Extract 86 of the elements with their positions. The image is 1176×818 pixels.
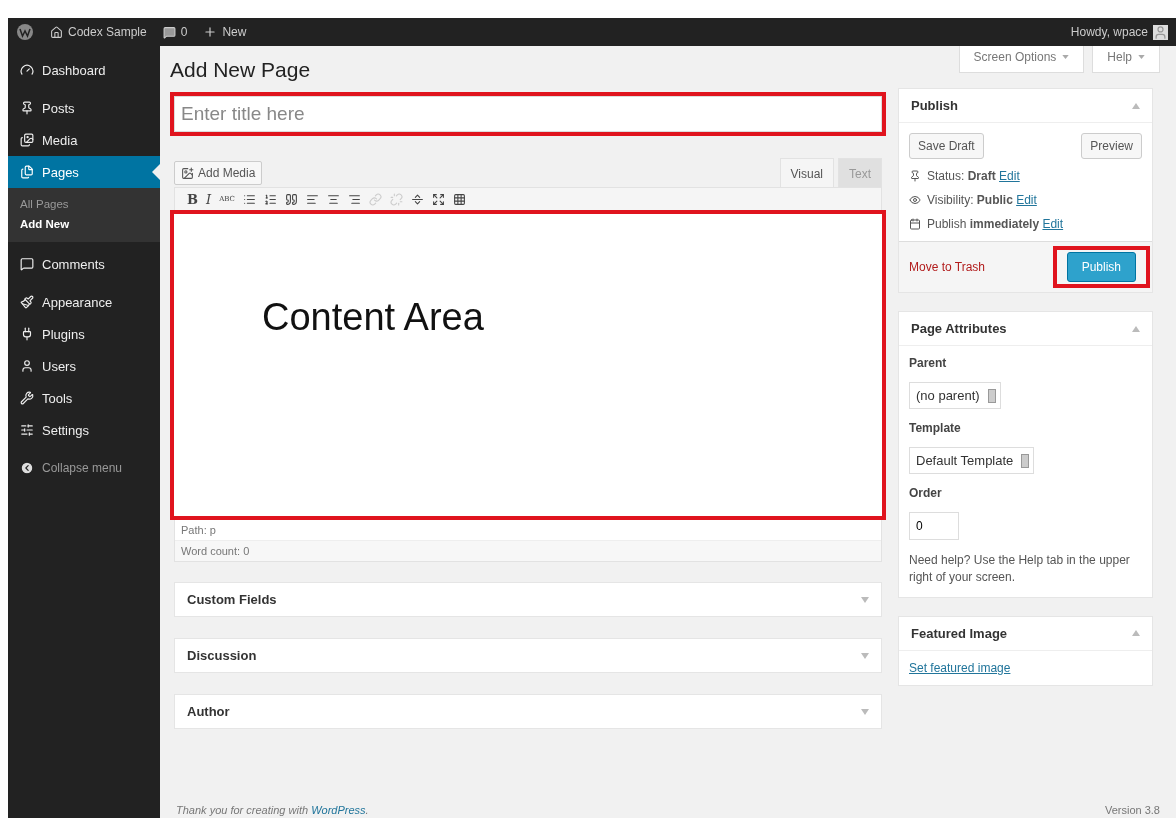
menu-item[interactable]: Users (8, 350, 160, 382)
menu-icon (20, 327, 34, 341)
order-field[interactable]: 0 (909, 512, 959, 540)
trash-link[interactable]: Move to Trash (909, 260, 986, 274)
menu-icon (20, 63, 34, 77)
menu-item[interactable]: Tools (8, 382, 160, 414)
title-field[interactable]: Enter title here (174, 96, 882, 132)
collapse-icon (20, 461, 34, 475)
menu-icon (20, 391, 34, 405)
template-select[interactable]: Default Template (909, 447, 1035, 474)
menu-item[interactable]: Media (8, 124, 160, 156)
add-media-button[interactable]: Add Media (174, 161, 263, 185)
toolbar-icon[interactable] (410, 192, 424, 206)
screen-tab[interactable]: Screen Options (958, 46, 1085, 73)
box-title[interactable]: Author (187, 704, 230, 719)
avatar-icon (1153, 24, 1168, 40)
format-button[interactable]: B (187, 191, 198, 207)
version-text: Version 3.8 (1104, 804, 1160, 816)
plus-icon (203, 25, 218, 39)
menu-icon (20, 133, 34, 147)
info-icon (909, 218, 921, 230)
box-title[interactable]: Custom Fields (187, 592, 277, 607)
toolbar-icon[interactable] (284, 192, 298, 206)
toolbar-icon[interactable] (347, 192, 361, 206)
toolbar-icon[interactable] (305, 192, 319, 206)
toolbar-icon[interactable] (326, 192, 340, 206)
comment-icon (162, 25, 176, 39)
media-icon (181, 166, 194, 180)
menu-item[interactable]: Settings (8, 414, 160, 446)
collapse-menu-button[interactable]: Collapse menu (8, 452, 160, 484)
menu-item[interactable]: Dashboard (8, 54, 160, 86)
edit-link[interactable]: Edit (1042, 217, 1064, 231)
publish-info-text: Status: Draft Edit (927, 169, 1020, 183)
help-text: Need help? Use the Help tab in the upper right of your screen. (909, 552, 1131, 587)
menu-icon (20, 257, 34, 271)
menu-icon (20, 359, 34, 373)
caret-icon (1062, 55, 1070, 59)
wordpress-link[interactable]: WordPress (311, 804, 366, 816)
account-menu[interactable]: Howdy, wpace (1070, 24, 1168, 40)
toolbar-icon[interactable] (431, 192, 445, 206)
toolbar-icon[interactable] (452, 192, 466, 206)
path-text: Path: p (180, 523, 217, 538)
format-button[interactable]: I (206, 191, 212, 207)
field-label: Template (909, 421, 962, 435)
preview-button[interactable]: Preview (1081, 133, 1142, 159)
parent-select[interactable]: (no parent) (909, 382, 1001, 409)
menu-item[interactable]: Appearance (8, 286, 160, 318)
menu-item[interactable]: Comments (8, 248, 160, 280)
home-icon (50, 25, 63, 39)
site-link[interactable]: Codex Sample (50, 25, 147, 39)
menu-item[interactable]: Plugins (8, 318, 160, 350)
menu-icon (20, 423, 34, 437)
word-count: Word count: 0 (175, 540, 881, 561)
logo-icon[interactable] (16, 23, 34, 41)
menu-icon (20, 165, 34, 179)
screen-tab[interactable]: Help (1092, 46, 1160, 73)
edit-link[interactable]: Edit (999, 169, 1020, 183)
save-draft-button[interactable]: Save Draft (909, 133, 984, 159)
info-icon (909, 170, 921, 182)
submenu-item[interactable]: All Pages (8, 194, 160, 214)
menu-item[interactable]: Posts (8, 92, 160, 124)
edit-link[interactable]: Edit (1016, 193, 1037, 207)
toolbar-icon[interactable] (263, 192, 277, 206)
box-title[interactable]: Page Attributes (911, 321, 1007, 336)
box-title[interactable]: Publish (911, 98, 958, 113)
submenu-item[interactable]: Add New (8, 214, 160, 234)
box-title[interactable]: Featured Image (911, 625, 1008, 641)
publish-info-text: Publish immediately Edit (927, 217, 1064, 231)
featured-image-link[interactable]: Set featured image (909, 660, 1142, 675)
info-icon (909, 194, 921, 206)
menu-icon (20, 101, 34, 115)
new-link[interactable]: New (203, 25, 247, 39)
footer-text: Thank you for creating with WordPress. (176, 804, 369, 816)
page-heading: Add New Page (170, 58, 311, 82)
comments-link[interactable]: 0 (162, 25, 188, 39)
editor-tab[interactable]: Visual (779, 158, 834, 187)
menu-item[interactable]: Pages (8, 156, 160, 188)
field-label: Order (909, 486, 943, 500)
publish-info-text: Visibility: Public Edit (927, 193, 1037, 207)
field-label: Parent (909, 356, 948, 370)
content-area[interactable]: Content Area (174, 214, 882, 516)
content-text: Content Area (262, 296, 485, 339)
menu-icon (20, 295, 34, 309)
box-title[interactable]: Discussion (187, 648, 257, 663)
toolbar-icon[interactable] (242, 192, 256, 206)
caret-icon (1138, 55, 1145, 59)
